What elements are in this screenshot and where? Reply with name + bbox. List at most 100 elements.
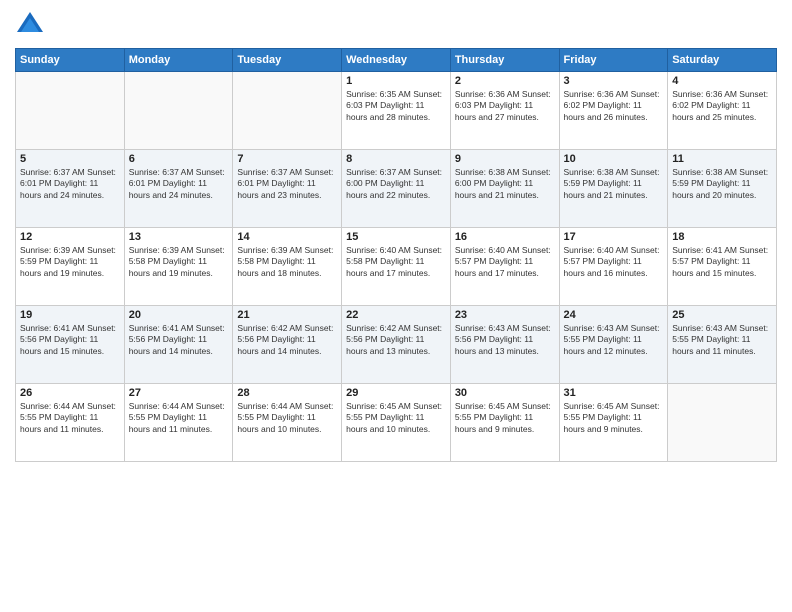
day-info: Sunrise: 6:35 AM Sunset: 6:03 PM Dayligh… [346,89,446,123]
calendar-cell [668,384,777,462]
day-number: 15 [346,231,446,243]
calendar-cell: 26 Sunrise: 6:44 AM Sunset: 5:55 PM Dayli… [16,384,125,462]
day-number: 25 [672,309,772,321]
day-info: Sunrise: 6:41 AM Sunset: 5:57 PM Dayligh… [672,245,772,279]
day-number: 13 [129,231,229,243]
calendar-cell: 27 Sunrise: 6:44 AM Sunset: 5:55 PM Dayli… [124,384,233,462]
day-number: 18 [672,231,772,243]
day-info: Sunrise: 6:39 AM Sunset: 5:58 PM Dayligh… [237,245,337,279]
calendar-cell: 8 Sunrise: 6:37 AM Sunset: 6:00 PM Daylig… [342,150,451,228]
calendar-cell [16,72,125,150]
calendar-cell: 19 Sunrise: 6:41 AM Sunset: 5:56 PM Dayli… [16,306,125,384]
week-row-2: 5Sunrise: 6:37 AM Sunset: 6:01 PM Daylig… [16,150,777,228]
week-row-1: 1 Sunrise: 6:35 AM Sunset: 6:03 PM Daylig… [16,72,777,150]
day-info: Sunrise: 6:43 AM Sunset: 5:55 PM Dayligh… [564,323,664,357]
page: SundayMondayTuesdayWednesdayThursdayFrid… [0,0,792,612]
day-number: 14 [237,231,337,243]
day-info: Sunrise: 6:40 AM Sunset: 5:58 PM Dayligh… [346,245,446,279]
day-info: Sunrise: 6:43 AM Sunset: 5:55 PM Dayligh… [672,323,772,357]
col-header-wednesday: Wednesday [342,49,451,72]
day-number: 22 [346,309,446,321]
day-number: 29 [346,387,446,399]
day-number: 26 [20,387,120,399]
calendar-cell: 18 Sunrise: 6:41 AM Sunset: 5:57 PM Dayli… [668,228,777,306]
week-row-4: 19 Sunrise: 6:41 AM Sunset: 5:56 PM Dayli… [16,306,777,384]
calendar-cell: 31 Sunrise: 6:45 AM Sunset: 5:55 PM Dayli… [559,384,668,462]
day-info: Sunrise: 6:40 AM Sunset: 5:57 PM Dayligh… [455,245,555,279]
day-number: 6 [129,153,229,165]
day-info: Sunrise: 6:36 AM Sunset: 6:03 PM Dayligh… [455,89,555,123]
day-info: Sunrise: 6:40 AM Sunset: 5:57 PM Dayligh… [564,245,664,279]
day-info: Sunrise: 6:45 AM Sunset: 5:55 PM Dayligh… [564,401,664,435]
header-row: SundayMondayTuesdayWednesdayThursdayFrid… [16,49,777,72]
day-number: 31 [564,387,664,399]
day-number: 24 [564,309,664,321]
header [15,10,777,40]
col-header-thursday: Thursday [450,49,559,72]
day-info: Sunrise: 6:42 AM Sunset: 5:56 PM Dayligh… [346,323,446,357]
calendar-cell: 9 Sunrise: 6:38 AM Sunset: 6:00 PM Daylig… [450,150,559,228]
calendar-cell: 17 Sunrise: 6:40 AM Sunset: 5:57 PM Dayli… [559,228,668,306]
week-row-5: 26 Sunrise: 6:44 AM Sunset: 5:55 PM Dayli… [16,384,777,462]
day-number: 28 [237,387,337,399]
day-info: Sunrise: 6:38 AM Sunset: 6:00 PM Dayligh… [455,167,555,201]
day-number: 8 [346,153,446,165]
day-info: Sunrise: 6:38 AM Sunset: 5:59 PM Dayligh… [564,167,664,201]
day-info: Sunrise: 6:42 AM Sunset: 5:56 PM Dayligh… [237,323,337,357]
calendar-cell: 28Sunrise: 6:44 AM Sunset: 5:55 PM Dayli… [233,384,342,462]
calendar-cell: 14 Sunrise: 6:39 AM Sunset: 5:58 PM Dayli… [233,228,342,306]
logo-icon [15,10,45,40]
day-info: Sunrise: 6:39 AM Sunset: 5:58 PM Dayligh… [129,245,229,279]
day-info: Sunrise: 6:38 AM Sunset: 5:59 PM Dayligh… [672,167,772,201]
calendar-cell: 12Sunrise: 6:39 AM Sunset: 5:59 PM Dayli… [16,228,125,306]
calendar-cell: 11 Sunrise: 6:38 AM Sunset: 5:59 PM Dayli… [668,150,777,228]
day-number: 2 [455,75,555,87]
calendar-cell: 5Sunrise: 6:37 AM Sunset: 6:01 PM Daylig… [16,150,125,228]
col-header-tuesday: Tuesday [233,49,342,72]
day-info: Sunrise: 6:45 AM Sunset: 5:55 PM Dayligh… [346,401,446,435]
day-number: 17 [564,231,664,243]
calendar-cell: 30 Sunrise: 6:45 AM Sunset: 5:55 PM Dayli… [450,384,559,462]
day-info: Sunrise: 6:37 AM Sunset: 6:00 PM Dayligh… [346,167,446,201]
day-number: 10 [564,153,664,165]
day-info: Sunrise: 6:45 AM Sunset: 5:55 PM Dayligh… [455,401,555,435]
calendar-cell: 23 Sunrise: 6:43 AM Sunset: 5:56 PM Dayli… [450,306,559,384]
day-number: 30 [455,387,555,399]
calendar-cell: 1 Sunrise: 6:35 AM Sunset: 6:03 PM Daylig… [342,72,451,150]
col-header-sunday: Sunday [16,49,125,72]
day-info: Sunrise: 6:41 AM Sunset: 5:56 PM Dayligh… [129,323,229,357]
calendar-cell: 2 Sunrise: 6:36 AM Sunset: 6:03 PM Daylig… [450,72,559,150]
day-number: 19 [20,309,120,321]
day-number: 9 [455,153,555,165]
calendar-cell: 3 Sunrise: 6:36 AM Sunset: 6:02 PM Daylig… [559,72,668,150]
day-number: 4 [672,75,772,87]
week-row-3: 12Sunrise: 6:39 AM Sunset: 5:59 PM Dayli… [16,228,777,306]
col-header-monday: Monday [124,49,233,72]
day-info: Sunrise: 6:36 AM Sunset: 6:02 PM Dayligh… [564,89,664,123]
day-number: 7 [237,153,337,165]
day-info: Sunrise: 6:37 AM Sunset: 6:01 PM Dayligh… [20,167,120,201]
calendar-cell [233,72,342,150]
calendar-cell: 7Sunrise: 6:37 AM Sunset: 6:01 PM Daylig… [233,150,342,228]
day-number: 16 [455,231,555,243]
logo [15,10,49,40]
day-info: Sunrise: 6:44 AM Sunset: 5:55 PM Dayligh… [129,401,229,435]
day-info: Sunrise: 6:43 AM Sunset: 5:56 PM Dayligh… [455,323,555,357]
day-number: 21 [237,309,337,321]
calendar-cell [124,72,233,150]
day-info: Sunrise: 6:36 AM Sunset: 6:02 PM Dayligh… [672,89,772,123]
calendar-cell: 24 Sunrise: 6:43 AM Sunset: 5:55 PM Dayli… [559,306,668,384]
day-number: 20 [129,309,229,321]
calendar-cell: 10 Sunrise: 6:38 AM Sunset: 5:59 PM Dayli… [559,150,668,228]
day-number: 11 [672,153,772,165]
col-header-saturday: Saturday [668,49,777,72]
day-info: Sunrise: 6:39 AM Sunset: 5:59 PM Dayligh… [20,245,120,279]
day-info: Sunrise: 6:37 AM Sunset: 6:01 PM Dayligh… [129,167,229,201]
day-number: 3 [564,75,664,87]
day-number: 1 [346,75,446,87]
day-number: 23 [455,309,555,321]
day-info: Sunrise: 6:41 AM Sunset: 5:56 PM Dayligh… [20,323,120,357]
calendar-cell: 16 Sunrise: 6:40 AM Sunset: 5:57 PM Dayli… [450,228,559,306]
day-number: 27 [129,387,229,399]
day-info: Sunrise: 6:44 AM Sunset: 5:55 PM Dayligh… [20,401,120,435]
